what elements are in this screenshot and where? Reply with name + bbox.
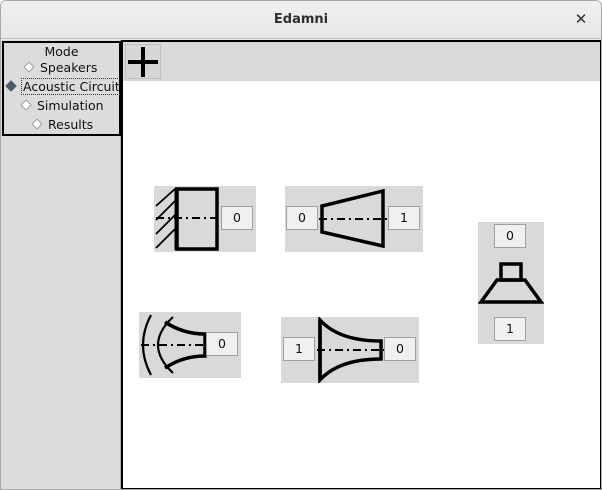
component-closed-box[interactable]: 0 [154,186,256,252]
component-exponential-horn[interactable]: 1 0 [281,317,419,383]
closed-box-icon [155,187,222,251]
mode-group-title: Mode [44,44,79,59]
mode-option-acoustic-circuit[interactable]: Acoustic Circuit [5,78,122,96]
port-label[interactable]: 0 [384,337,416,361]
radiation-icon [141,314,207,376]
port-label[interactable]: 0 [221,206,253,230]
component-speaker[interactable]: 0 1 [478,222,544,344]
mode-option-speakers[interactable]: Speakers [23,59,97,77]
radio-diamond-icon [23,61,35,73]
close-icon[interactable]: ✕ [573,10,589,28]
add-component-button[interactable] [125,44,161,79]
component-radiation[interactable]: 0 [139,312,241,378]
mode-option-results[interactable]: Results [31,116,93,134]
mode-option-simulation[interactable]: Simulation [20,97,104,115]
mode-group: Mode Speakers Acoustic Circuit Simulatio… [2,41,122,136]
radio-diamond-icon [5,80,17,92]
sidebar: Mode Speakers Acoustic Circuit Simulatio… [1,40,122,489]
component-conical-horn[interactable]: 0 1 [285,186,423,252]
radio-diamond-icon [31,118,43,130]
title-bar: Edamni ✕ [1,1,601,39]
port-label[interactable]: 1 [388,206,420,230]
toolbar [123,42,600,81]
radio-diamond-icon [20,99,32,111]
window-title: Edamni [273,12,329,27]
port-label[interactable]: 0 [206,332,238,356]
circuit-canvas[interactable]: 0 0 1 0 1 0 1 0 [121,40,601,489]
port-label[interactable]: 1 [494,317,526,341]
app-window: Edamni ✕ Mode Speakers Acoustic Circuit … [0,0,602,490]
